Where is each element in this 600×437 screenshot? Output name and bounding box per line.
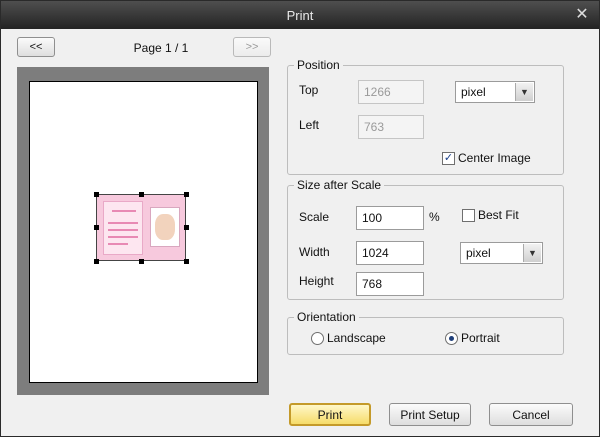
- landscape-radio[interactable]: Landscape: [311, 331, 386, 345]
- portrait-radio[interactable]: Portrait: [445, 331, 500, 345]
- landscape-label: Landscape: [327, 331, 386, 345]
- chevron-down-icon: ▼: [515, 83, 533, 101]
- top-label: Top: [299, 83, 319, 97]
- center-image-label: Center Image: [458, 151, 531, 165]
- position-unit-value: pixel: [461, 85, 486, 99]
- width-label: Width: [299, 245, 330, 259]
- close-icon[interactable]: ✕: [571, 4, 593, 26]
- left-input[interactable]: [358, 115, 424, 139]
- best-fit-label: Best Fit: [478, 208, 519, 222]
- chevron-down-icon: ▼: [523, 244, 541, 262]
- preview-image-thumbnail[interactable]: [96, 194, 186, 261]
- best-fit-checkbox[interactable]: Best Fit: [462, 208, 519, 222]
- resize-handle-nw[interactable]: [94, 192, 99, 197]
- title-bar: Print ✕: [1, 1, 599, 29]
- resize-handle-w[interactable]: [94, 225, 99, 230]
- orientation-group-label: Orientation: [294, 310, 359, 324]
- size-group-label: Size after Scale: [294, 178, 385, 192]
- page-indicator: Page 1 / 1: [133, 41, 189, 55]
- resize-handle-e[interactable]: [184, 225, 189, 230]
- percent-sign: %: [429, 210, 440, 224]
- checkbox-unchecked-icon: [462, 208, 475, 222]
- prev-page-button[interactable]: <<: [17, 37, 55, 57]
- top-input[interactable]: [358, 80, 424, 104]
- thumbnail-photo: [150, 207, 180, 247]
- width-input[interactable]: [356, 241, 424, 265]
- cancel-button[interactable]: Cancel: [489, 403, 573, 426]
- thumbnail-card-left: [103, 201, 143, 255]
- center-image-checkbox[interactable]: ✓ Center Image: [442, 151, 531, 165]
- resize-handle-se[interactable]: [184, 259, 189, 264]
- position-unit-select[interactable]: pixel ▼: [455, 81, 535, 103]
- position-group-label: Position: [294, 58, 343, 72]
- resize-handle-s[interactable]: [139, 259, 144, 264]
- portrait-label: Portrait: [461, 331, 500, 345]
- checkbox-checked-icon: ✓: [442, 151, 455, 165]
- height-label: Height: [299, 274, 334, 288]
- resize-handle-ne[interactable]: [184, 192, 189, 197]
- resize-handle-sw[interactable]: [94, 259, 99, 264]
- window-title: Print: [286, 8, 314, 23]
- print-dialog: Print ✕ << Page 1 / 1 >> Position Top pi…: [0, 0, 600, 437]
- height-input[interactable]: [356, 272, 424, 296]
- scale-input[interactable]: [356, 206, 424, 230]
- print-button[interactable]: Print: [289, 403, 371, 426]
- size-unit-value: pixel: [466, 246, 491, 260]
- next-page-button[interactable]: >>: [233, 37, 271, 57]
- print-setup-button[interactable]: Print Setup: [389, 403, 471, 426]
- scale-label: Scale: [299, 210, 330, 224]
- left-label: Left: [299, 118, 320, 132]
- resize-handle-n[interactable]: [139, 192, 144, 197]
- radio-selected-icon: [445, 331, 458, 345]
- size-unit-select[interactable]: pixel ▼: [460, 242, 543, 264]
- radio-unselected-icon: [311, 331, 324, 345]
